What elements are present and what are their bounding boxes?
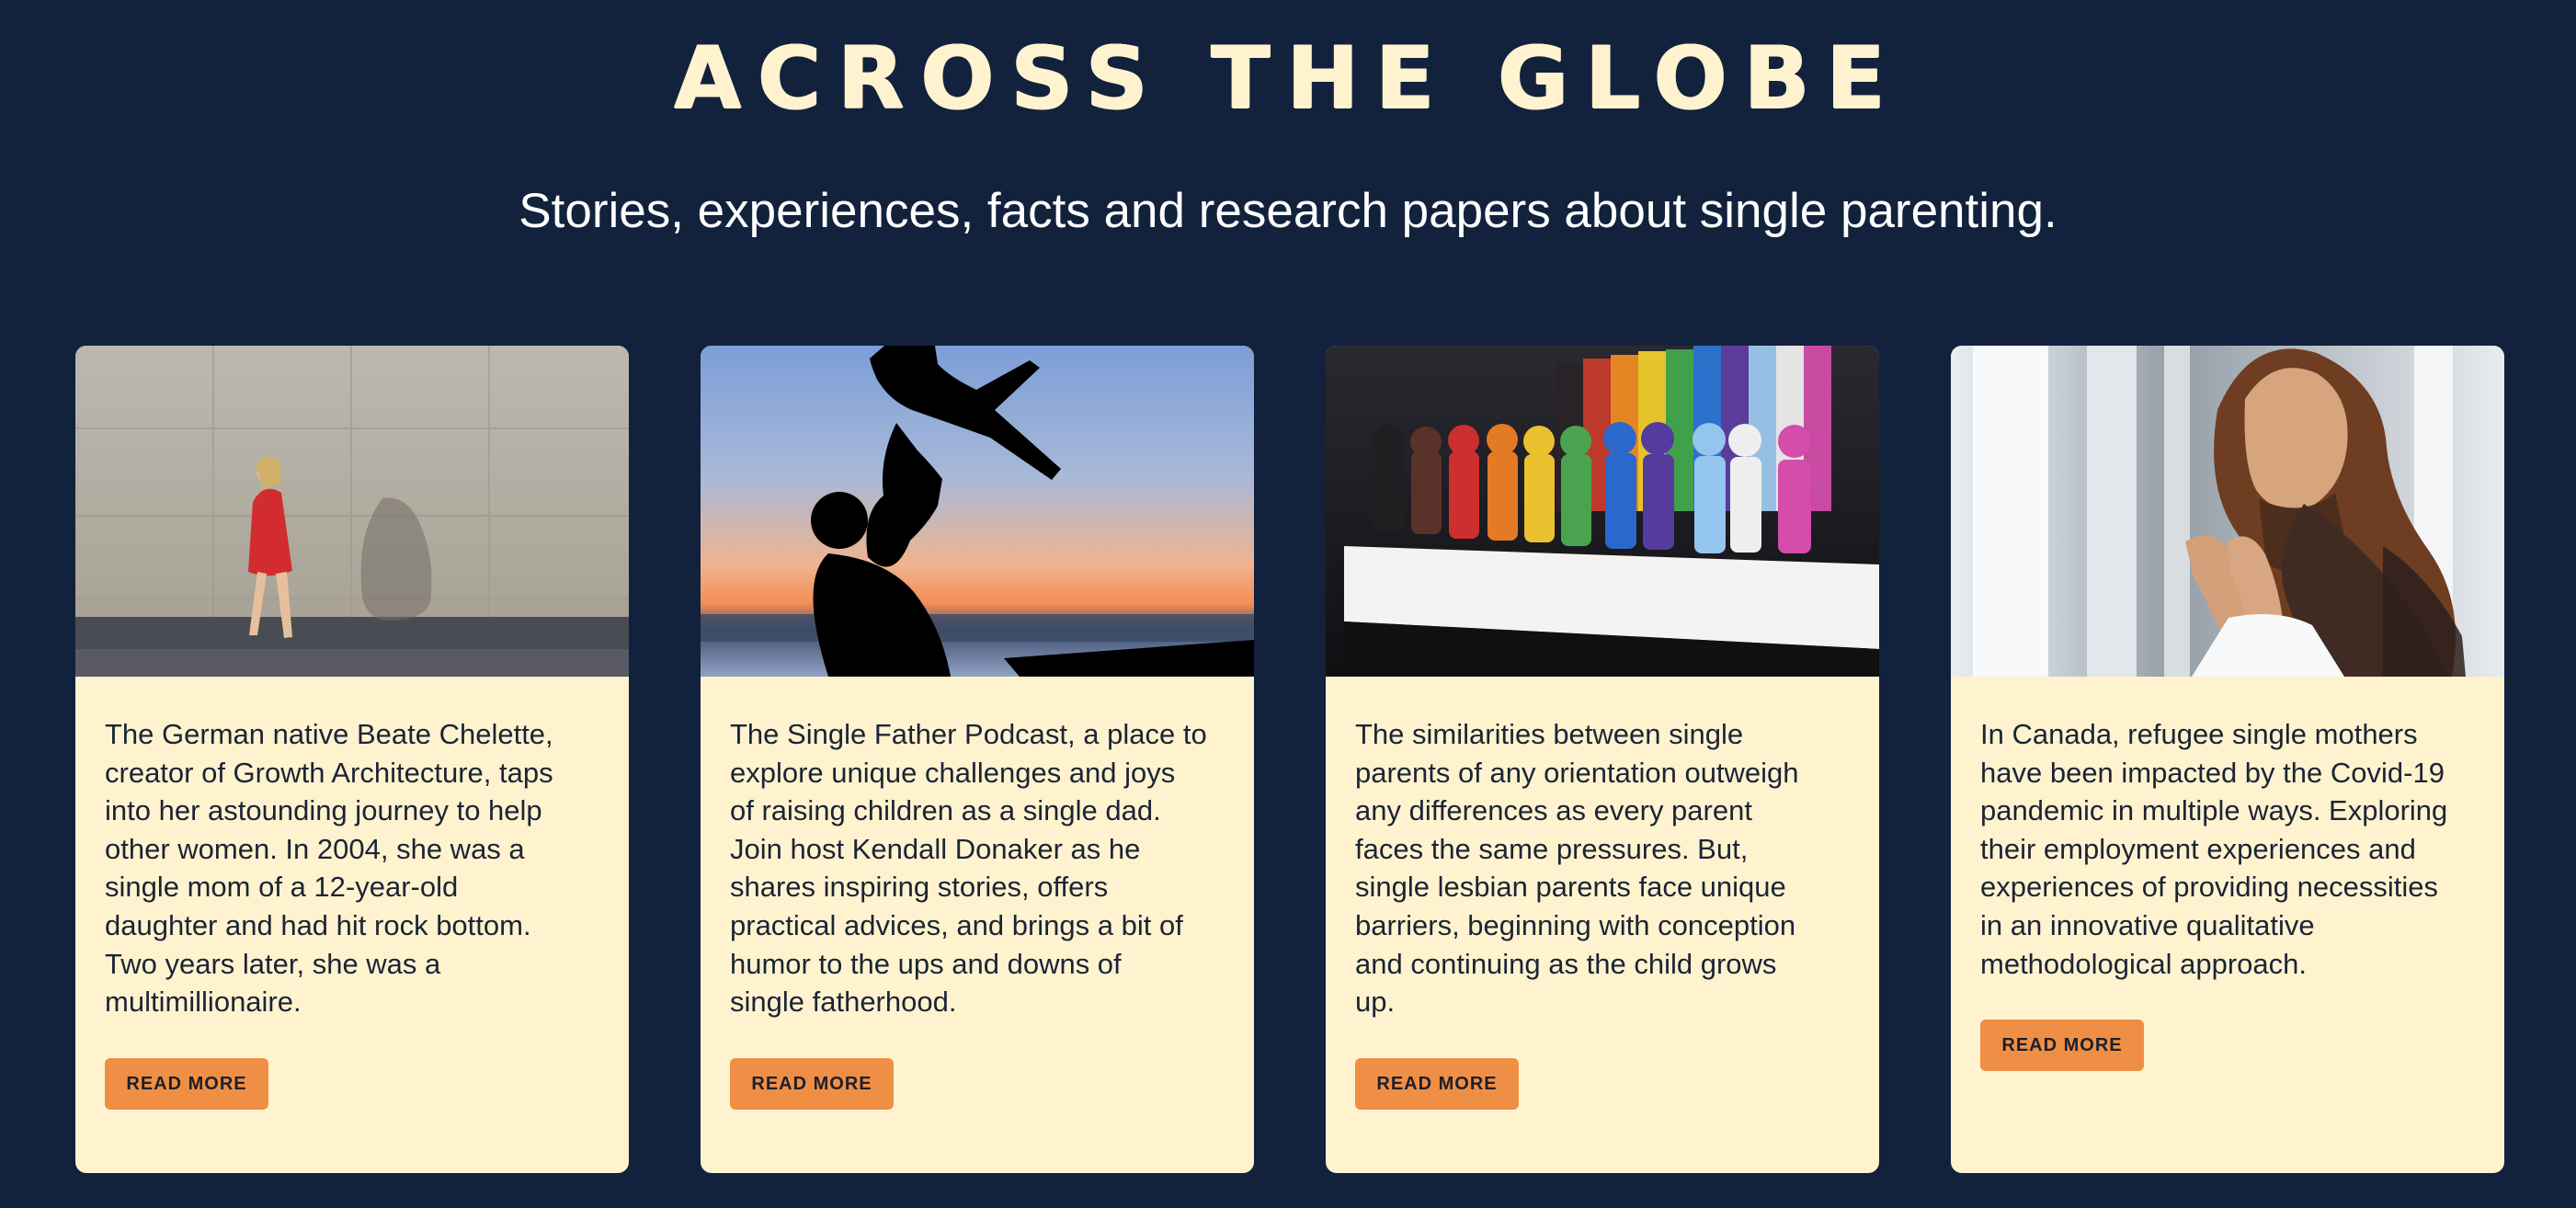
card-description: The similarities between single parents … <box>1355 718 1799 1019</box>
card-description: The German native Beate Chelette, creato… <box>105 718 553 1019</box>
card-description: The Single Father Podcast, a place to ex… <box>730 718 1207 1019</box>
story-card: In Canada, refugee single mothers have b… <box>1951 346 2504 1173</box>
page: ACROSS THE GLOBE Stories, experiences, f… <box>0 0 2576 1208</box>
card-image-rainbow-figures <box>1326 346 1879 677</box>
card-body: In Canada, refugee single mothers have b… <box>1980 715 2480 1072</box>
read-more-button[interactable]: READ MORE <box>1355 1057 1519 1110</box>
card-body: The German native Beate Chelette, creato… <box>105 715 605 1110</box>
card-body: The similarities between single parents … <box>1355 715 1855 1110</box>
story-card: The Single Father Podcast, a place to ex… <box>701 346 1254 1173</box>
read-more-button[interactable]: READ MORE <box>730 1057 894 1110</box>
read-more-button[interactable]: READ MORE <box>1980 1020 2144 1072</box>
cards-grid: The German native Beate Chelette, creato… <box>75 346 2504 1173</box>
page-title: ACROSS THE GLOBE <box>674 28 1902 129</box>
story-card: The German native Beate Chelette, creato… <box>75 346 629 1173</box>
read-more-button[interactable]: READ MORE <box>105 1057 268 1110</box>
card-description: In Canada, refugee single mothers have b… <box>1980 718 2448 980</box>
story-card: The similarities between single parents … <box>1326 346 1879 1173</box>
card-image-walking-woman <box>75 346 629 677</box>
card-image-father-silhouette <box>701 346 1254 677</box>
card-body: The Single Father Podcast, a place to ex… <box>730 715 1230 1110</box>
card-image-woman-hijab <box>1951 346 2504 677</box>
page-subtitle: Stories, experiences, facts and research… <box>519 184 2057 238</box>
